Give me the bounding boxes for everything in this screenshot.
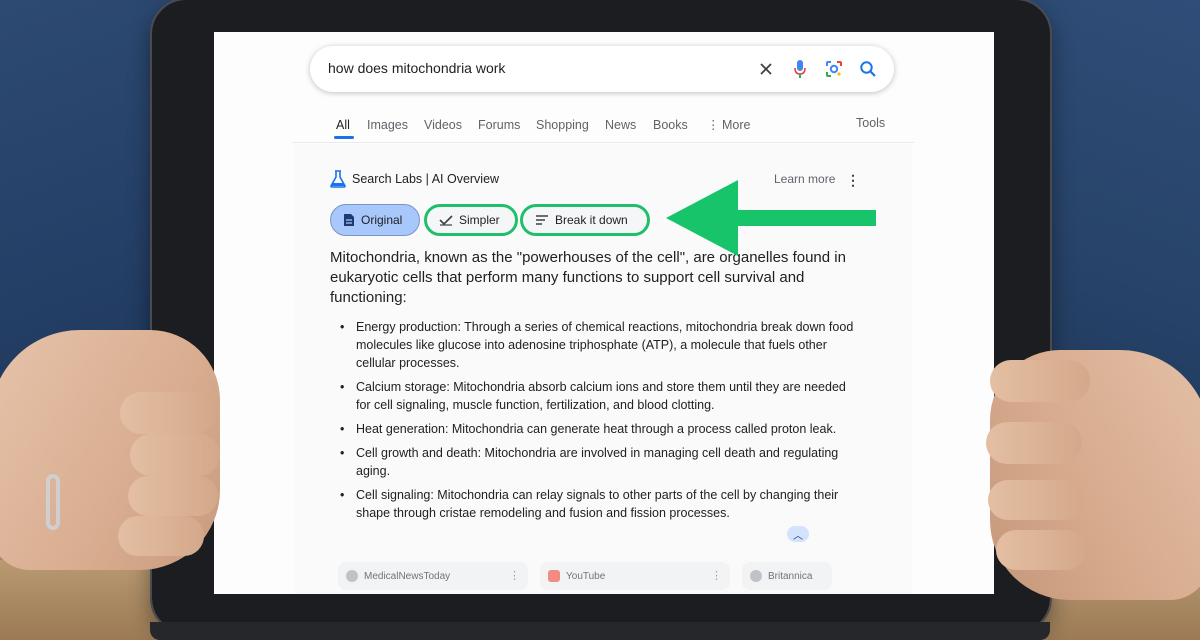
search-bar[interactable]: how does mitochondria work xyxy=(310,46,894,92)
source-name: Britannica xyxy=(768,570,813,582)
clear-icon[interactable] xyxy=(754,57,778,81)
tools-button[interactable]: Tools xyxy=(856,116,885,130)
britannica-favicon-icon xyxy=(750,570,762,582)
list-item: Calcium storage: Mitochondria absorb cal… xyxy=(340,378,860,414)
search-input[interactable]: how does mitochondria work xyxy=(328,60,505,76)
source-name: YouTube xyxy=(566,570,606,582)
list-item: Cell signaling: Mitochondria can relay s… xyxy=(340,486,860,522)
tablet-screen: how does mitochondria work All Images Vi… xyxy=(214,32,994,594)
list-item: Cell growth and death: Mitochondria are … xyxy=(340,444,860,480)
overview-intro-text: Mitochondria, known as the "powerhouses … xyxy=(330,249,846,306)
source-menu-icon[interactable]: ⋮ xyxy=(509,569,520,582)
flask-icon xyxy=(330,170,346,188)
microphone-icon[interactable] xyxy=(788,57,812,81)
tab-images[interactable]: Images xyxy=(367,118,408,132)
tab-news[interactable]: News xyxy=(605,118,636,132)
overview-bullet-list: Energy production: Through a series of c… xyxy=(340,318,860,528)
more-menu-icon[interactable]: ⋮ xyxy=(707,117,720,132)
ai-overview-title: Search Labs | AI Overview xyxy=(352,172,500,186)
left-finger xyxy=(130,434,220,476)
left-finger xyxy=(118,516,204,556)
youtube-favicon-icon xyxy=(548,570,560,582)
kebab-menu-icon[interactable]: ⋮ xyxy=(846,172,860,189)
document-icon xyxy=(344,214,354,226)
list-item: Energy production: Through a series of c… xyxy=(340,318,860,372)
left-finger xyxy=(128,476,218,516)
medicalnewstoday-favicon-icon xyxy=(346,570,358,582)
original-chip-label: Original xyxy=(361,213,403,227)
lens-camera-icon[interactable] xyxy=(822,57,846,81)
active-tab-indicator xyxy=(334,136,354,139)
tab-forums[interactable]: Forums xyxy=(478,118,520,132)
wedding-ring xyxy=(46,474,60,530)
source-card[interactable]: Britannica xyxy=(742,562,832,590)
right-finger xyxy=(988,480,1084,520)
source-card[interactable]: MedicalNewsToday ⋮ xyxy=(338,562,528,590)
left-finger xyxy=(120,392,216,434)
simpler-chip-label: Simpler xyxy=(459,213,500,227)
break-it-down-chip[interactable]: Break it down xyxy=(520,204,650,236)
tab-books[interactable]: Books xyxy=(653,118,688,132)
right-finger xyxy=(996,530,1086,570)
ai-overview-header: Search Labs | AI Overview xyxy=(330,170,499,188)
tab-more[interactable]: More xyxy=(722,118,750,132)
source-menu-icon[interactable]: ⋮ xyxy=(711,569,722,582)
green-arrow-head-icon xyxy=(666,180,738,256)
tablet-keyboard xyxy=(150,622,1050,640)
learn-more-link[interactable]: Learn more xyxy=(774,172,835,186)
source-card[interactable]: YouTube ⋮ xyxy=(540,562,730,590)
search-icon[interactable] xyxy=(856,57,880,81)
right-finger xyxy=(990,360,1090,402)
green-arrow-shaft xyxy=(724,210,876,226)
right-finger xyxy=(986,422,1082,464)
original-chip[interactable]: Original xyxy=(330,204,420,236)
list-icon xyxy=(536,215,548,225)
simpler-chip[interactable]: Simpler xyxy=(424,204,518,236)
tab-all[interactable]: All xyxy=(336,118,350,132)
collapse-chevron-icon[interactable]: ︿ xyxy=(787,526,809,542)
tab-shopping[interactable]: Shopping xyxy=(536,118,589,132)
tabs-divider xyxy=(292,142,914,143)
tab-videos[interactable]: Videos xyxy=(424,118,462,132)
source-name: MedicalNewsToday xyxy=(364,570,451,582)
list-item: Heat generation: Mitochondria can genera… xyxy=(340,420,860,438)
break-it-down-chip-label: Break it down xyxy=(555,213,628,227)
simplify-check-icon xyxy=(439,215,453,226)
